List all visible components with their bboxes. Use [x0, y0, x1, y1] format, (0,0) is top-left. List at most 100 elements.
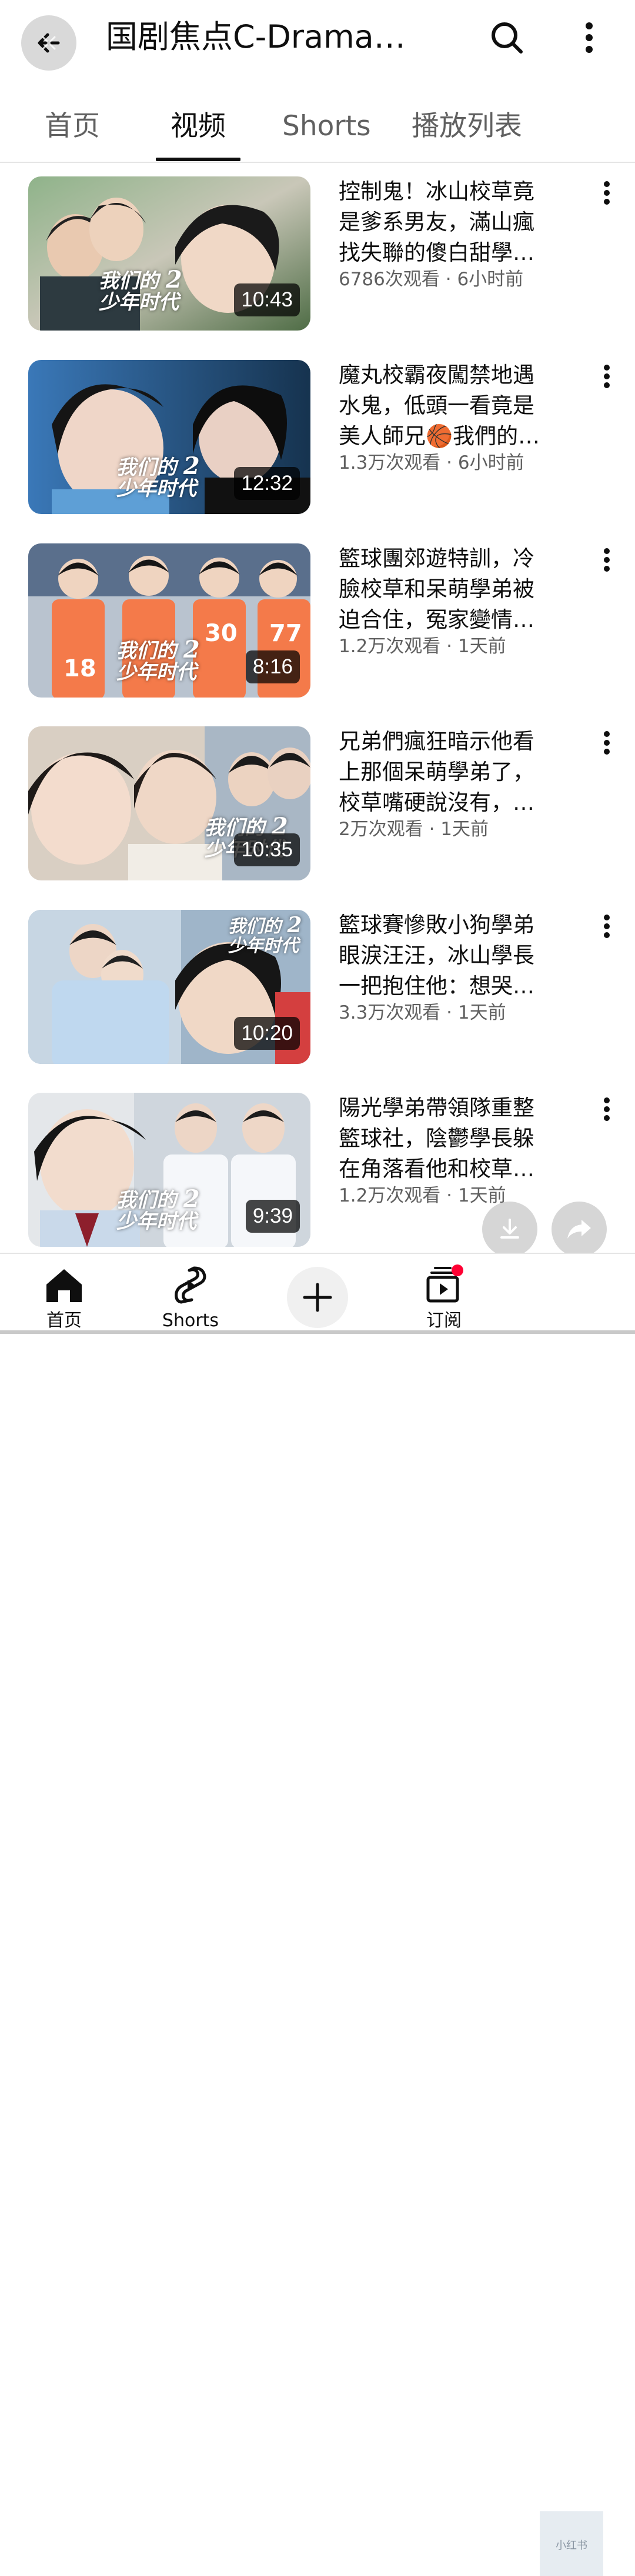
- search-button[interactable]: [482, 13, 532, 62]
- more-vert-icon: [604, 1097, 610, 1121]
- logo-num: 2: [165, 266, 182, 293]
- title-line: 迫合住，冤家變情…: [339, 607, 534, 632]
- video-title[interactable]: 陽光學弟帶領隊重整 籃球社，陰鬱學長躲 在角落看他和校草…: [339, 1093, 568, 1184]
- jersey-number: 77: [269, 620, 302, 647]
- jersey-number: 30: [205, 620, 238, 647]
- show-logo: 我们的 2 少年时代: [116, 1187, 200, 1233]
- show-logo: 我们的 2 少年时代: [116, 454, 200, 500]
- video-more-button[interactable]: [594, 726, 620, 759]
- video-title[interactable]: 籃球賽慘敗小狗學弟 眼淚汪汪，冰山學長 一把抱住他：想哭…: [339, 910, 568, 1002]
- shorts-icon: [175, 1266, 206, 1304]
- download-icon: [500, 1219, 519, 1239]
- search-icon: [492, 22, 523, 54]
- download-button[interactable]: [482, 1202, 537, 1257]
- duration-badge: 9:39: [245, 1200, 300, 1233]
- more-options-button[interactable]: [564, 13, 614, 62]
- video-thumbnail[interactable]: 我们的 2 少年时代 9:39: [28, 1093, 310, 1247]
- more-vert-icon: [604, 181, 610, 205]
- app-header: 国剧焦点C-Drama…: [0, 0, 635, 76]
- nav-subscriptions-label: 订阅: [426, 1310, 462, 1331]
- video-title[interactable]: 籃球團郊遊特訓，冷 臉校草和呆萌學弟被 迫合住，冤家變情…: [339, 543, 568, 635]
- duration-badge: 10:35: [234, 833, 300, 866]
- channel-tabs: 首页 视频 Shorts 播放列表: [0, 94, 635, 163]
- title-line: 魔丸校霸夜闖禁地遇: [339, 362, 534, 388]
- nav-shorts[interactable]: Shorts: [146, 1264, 235, 1335]
- title-line: 籃球社，陰鬱學長躲: [339, 1126, 534, 1151]
- nav-subscriptions[interactable]: 订阅: [400, 1264, 488, 1335]
- watermark-text: 小红书: [556, 2540, 587, 2552]
- title-line: 找失聯的傻白甜學…: [339, 240, 534, 265]
- logo-line2: 少年时代: [116, 1210, 196, 1233]
- video-meta: 1.3万次观看 · 6小时前: [339, 452, 524, 473]
- logo-line1: 我们的: [228, 916, 281, 937]
- logo-line2: 少年时代: [116, 477, 196, 500]
- tab-shorts[interactable]: Shorts: [282, 106, 371, 147]
- logo-line1: 我们的: [116, 1189, 176, 1212]
- video-meta: 3.3万次观看 · 1天前: [339, 1002, 506, 1023]
- show-logo: 我们的 2 少年时代: [116, 638, 200, 683]
- logo-line2: 少年时代: [116, 660, 196, 684]
- video-more-button[interactable]: [594, 543, 620, 576]
- logo-num: 2: [183, 1185, 200, 1213]
- video-title[interactable]: 控制鬼！冰山校草竟 是爹系男友，滿山瘋 找失聯的傻白甜學…: [339, 176, 568, 268]
- back-button[interactable]: [21, 15, 76, 71]
- video-item[interactable]: 我们的 2 少年时代 10:35 兄弟們瘋狂暗示他看 上那個呆萌學弟了， 校草嘴…: [0, 726, 635, 882]
- more-vert-icon: [604, 548, 610, 572]
- home-icon: [46, 1269, 82, 1302]
- logo-num: 2: [183, 636, 200, 663]
- nav-home-label: 首页: [46, 1310, 82, 1331]
- title-line: 校草嘴硬說沒有，…: [339, 790, 534, 815]
- video-title[interactable]: 魔丸校霸夜闖禁地遇 水鬼，低頭一看竟是 美人師兄🏀我們的…: [339, 360, 568, 452]
- logo-num: 2: [183, 452, 200, 480]
- video-more-button[interactable]: [594, 360, 620, 393]
- video-item[interactable]: 我们的 2 少年时代 12:32 魔丸校霸夜闖禁地遇 水鬼，低頭一看竟是 美人師…: [0, 360, 635, 515]
- video-more-button[interactable]: [594, 910, 620, 943]
- video-item[interactable]: 我们的 2 少年时代 9:39 陽光學弟帶領隊重整 籃球社，陰鬱學長躲 在角落看…: [0, 1093, 635, 1248]
- video-item[interactable]: 我们的 2 少年时代 10:20 籃球賽慘敗小狗學弟 眼淚汪汪，冰山學長 一把抱…: [0, 910, 635, 1065]
- more-vert-icon: [586, 22, 593, 53]
- title-line: 籃球團郊遊特訓，冷: [339, 546, 534, 571]
- video-more-button[interactable]: [594, 176, 620, 209]
- video-item[interactable]: 我们的 2 少年时代 10:43 控制鬼！冰山校草竟 是爹系男友，滿山瘋 找失聯…: [0, 176, 635, 332]
- logo-line1: 我们的: [116, 456, 176, 479]
- share-button[interactable]: [552, 1202, 607, 1257]
- video-more-button[interactable]: [594, 1093, 620, 1126]
- more-vert-icon: [604, 731, 610, 755]
- video-meta: 6786次观看 · 6小时前: [339, 269, 524, 290]
- duration-badge: 8:16: [245, 650, 300, 683]
- watermark-logo: 小红书: [540, 2511, 603, 2576]
- title-line: 控制鬼！冰山校草竟: [339, 179, 534, 204]
- create-plus-icon: [303, 1283, 332, 1312]
- video-thumbnail[interactable]: 我们的 2 少年时代 10:35: [28, 726, 310, 880]
- title-line: 眼淚汪汪，冰山學長: [339, 943, 534, 968]
- video-thumbnail[interactable]: 我们的 2 少年时代 10:43: [28, 176, 310, 331]
- tab-home[interactable]: 首页: [45, 106, 100, 147]
- video-thumbnail[interactable]: 18 30 77 我们的 2 少年时代 8:16: [28, 543, 310, 698]
- title-line: 臉校草和呆萌學弟被: [339, 576, 534, 602]
- logo-line1: 我们的: [116, 639, 176, 663]
- title-line: 在角落看他和校草…: [339, 1156, 534, 1182]
- channel-title: 国剧焦点C-Drama…: [106, 18, 406, 55]
- nav-shorts-label: Shorts: [162, 1310, 219, 1331]
- duration-badge: 12:32: [234, 467, 300, 500]
- active-tab-indicator: [156, 158, 240, 161]
- title-line: 美人師兄🏀我們的…: [339, 423, 540, 449]
- video-meta: 1.2万次观看 · 1天前: [339, 636, 506, 657]
- video-item[interactable]: 18 30 77 我们的 2 少年时代 8:16 籃球團郊遊特訓，冷 臉校草和呆…: [0, 543, 635, 699]
- title-line: 水鬼，低頭一看竟是: [339, 393, 534, 418]
- nav-home[interactable]: 首页: [20, 1264, 108, 1335]
- more-vert-icon: [604, 915, 610, 938]
- create-button[interactable]: [287, 1267, 348, 1328]
- duration-badge: 10:43: [234, 283, 300, 316]
- tab-videos[interactable]: 视频: [171, 106, 226, 147]
- tab-playlists[interactable]: 播放列表: [412, 106, 522, 147]
- home-indicator-bar: [0, 1330, 635, 1334]
- video-title[interactable]: 兄弟們瘋狂暗示他看 上那個呆萌學弟了， 校草嘴硬說沒有，…: [339, 726, 568, 818]
- duration-badge: 10:20: [234, 1017, 300, 1050]
- logo-line1: 我们的: [99, 269, 159, 293]
- back-arrow-icon: [38, 33, 60, 53]
- show-logo: 我们的 2 少年时代: [228, 914, 302, 955]
- logo-line2: 少年时代: [99, 291, 179, 314]
- video-thumbnail[interactable]: 我们的 2 少年时代 10:20: [28, 910, 310, 1064]
- video-thumbnail[interactable]: 我们的 2 少年时代 12:32: [28, 360, 310, 514]
